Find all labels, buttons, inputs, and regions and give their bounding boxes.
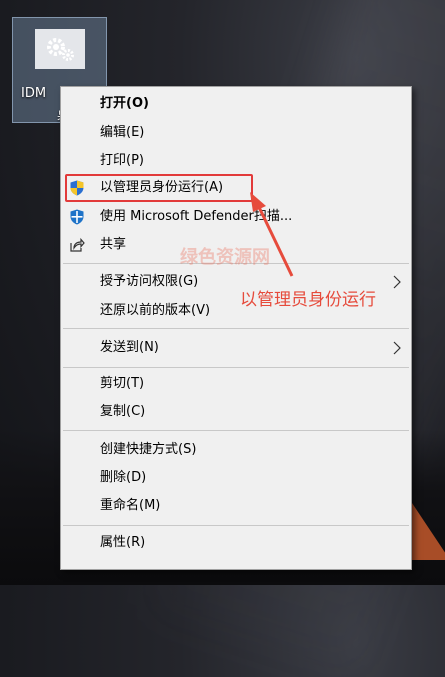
menu-item-properties[interactable]: 属性(R): [61, 532, 411, 554]
watermark-text: 绿色资源网: [180, 247, 270, 268]
menu-item-defender-scan[interactable]: 使用 Microsoft Defender扫描...: [61, 206, 411, 228]
annotation-highlight-box: [65, 174, 253, 202]
desktop: { "desktop": { "icon_label": "IDM", "ico…: [0, 0, 445, 677]
menu-separator: [63, 367, 409, 368]
share-icon: [69, 237, 85, 253]
menu-separator: [63, 525, 409, 526]
menu-item-label: 属性(R): [100, 535, 146, 550]
annotation-caption: 以管理员身份运行: [240, 290, 376, 310]
menu-item-label: 还原以前的版本(V): [100, 303, 211, 318]
menu-item-label: 删除(D): [100, 470, 147, 485]
menu-item-label: 授予访问权限(G): [100, 274, 199, 289]
menu-item-label: 打开(O): [100, 96, 149, 111]
context-menu: 打开(O) 编辑(E) 打印(P) 以管理员身份运行(A) 使用 Microso…: [60, 86, 412, 570]
menu-item-label: 使用 Microsoft Defender扫描...: [100, 209, 293, 224]
menu-item-label: 复制(C): [100, 404, 146, 419]
menu-item-label: 打印(P): [100, 153, 144, 168]
menu-separator: [63, 430, 409, 431]
menu-item-label: 发送到(N): [100, 340, 159, 355]
menu-item-label: 编辑(E): [100, 125, 145, 140]
menu-item-edit[interactable]: 编辑(E): [61, 122, 411, 144]
menu-separator: [63, 328, 409, 329]
menu-item-label: 创建快捷方式(S): [100, 442, 197, 457]
chevron-right-icon: [392, 274, 402, 290]
menu-item-send-to[interactable]: 发送到(N): [61, 337, 411, 359]
menu-item-delete[interactable]: 删除(D): [61, 467, 411, 489]
menu-item-rename[interactable]: 重命名(M): [61, 495, 411, 517]
menu-item-label: 剪切(T): [100, 376, 145, 391]
desktop-icon-label: IDM: [21, 86, 47, 101]
menu-item-cut[interactable]: 剪切(T): [61, 373, 411, 395]
menu-item-label: 重命名(M): [100, 498, 161, 513]
menu-item-copy[interactable]: 复制(C): [61, 401, 411, 423]
menu-item-open[interactable]: 打开(O): [61, 93, 411, 115]
defender-shield-icon: [69, 209, 85, 225]
chevron-right-icon: [392, 340, 402, 356]
menu-item-print[interactable]: 打印(P): [61, 150, 411, 172]
menu-item-create-shortcut[interactable]: 创建快捷方式(S): [61, 439, 411, 461]
gear-icon: [35, 29, 85, 69]
menu-item-label: 共享: [100, 237, 127, 252]
